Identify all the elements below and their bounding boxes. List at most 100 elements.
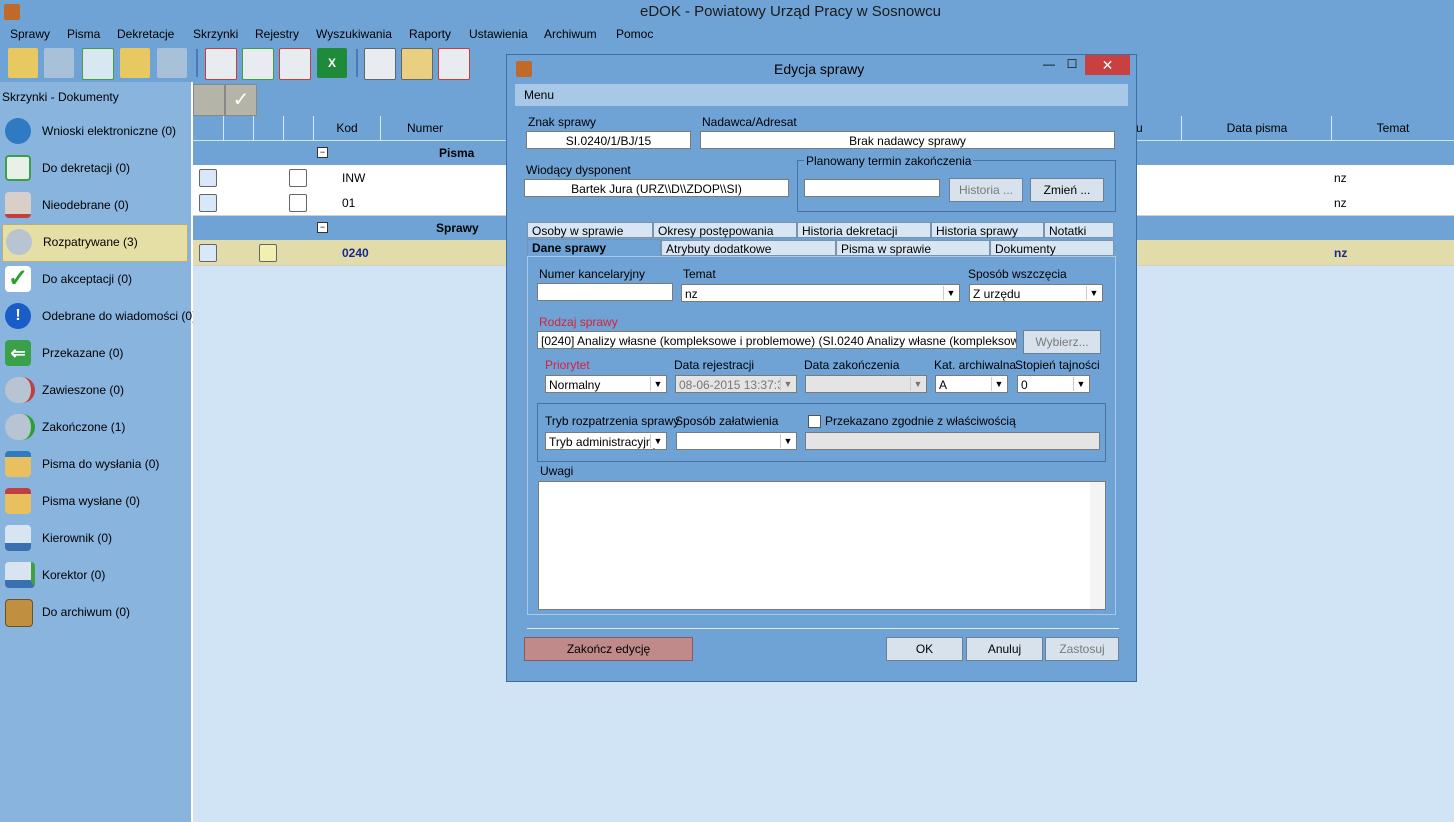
collapse-icon[interactable]: −: [317, 222, 328, 233]
menu-dekretacje[interactable]: Dekretacje: [117, 27, 174, 41]
print-stamp-icon[interactable]: [438, 48, 470, 80]
dysponent-field[interactable]: Bartek Jura (URZ\\D\\ZDOP\\SI): [524, 179, 789, 197]
uwagi-textarea[interactable]: [538, 481, 1106, 610]
column-header-data-pisma[interactable]: Data pisma: [1183, 116, 1332, 140]
column-header-numer[interactable]: Numer kancelaryjny: [381, 116, 511, 159]
zmien-button[interactable]: Zmień ...: [1030, 178, 1104, 202]
refresh-list-icon[interactable]: [205, 48, 237, 80]
maximize-icon[interactable]: ☐: [1064, 57, 1080, 71]
user-pen-icon: [5, 562, 35, 588]
column-header[interactable]: [254, 116, 284, 140]
sidebar-item-do-akceptacji[interactable]: ✓ Do akceptacji (0): [0, 261, 188, 297]
znak-field[interactable]: SI.0240/1/BJ/15: [526, 131, 691, 149]
column-header-partial[interactable]: u: [1136, 116, 1182, 140]
przekazano-checkbox[interactable]: [808, 415, 821, 428]
tab-osoby[interactable]: Osoby w sprawie: [527, 222, 653, 238]
sidebar-item-korektor[interactable]: Korektor (0): [0, 557, 188, 593]
temat-select[interactable]: nz ▼: [681, 284, 960, 302]
sidebar-item-przekazane[interactable]: ⇐ Przekazane (0): [0, 335, 188, 371]
sidebar-item-do-archiwum[interactable]: Do archiwum (0): [0, 594, 188, 630]
sidebar-item-rozpatrywane[interactable]: Rozpatrywane (3): [2, 224, 188, 262]
priorytet-select[interactable]: Normalny ▼: [545, 375, 667, 393]
print-envelope-icon[interactable]: [401, 48, 433, 80]
tab-historia-sprawy[interactable]: Historia sprawy: [931, 222, 1044, 238]
zakoncz-edycje-button[interactable]: Zakończ edycję: [524, 637, 693, 661]
ok-button[interactable]: OK: [886, 637, 963, 661]
menu-pomoc[interactable]: Pomoc: [616, 27, 653, 41]
tab-historia-dekretacji[interactable]: Historia dekretacji: [797, 222, 931, 238]
tab-notatki[interactable]: Notatki: [1044, 222, 1114, 238]
menu-sprawy[interactable]: Sprawy: [10, 27, 50, 41]
tryb-label: Tryb rozpatrzenia sprawy: [545, 414, 680, 428]
stopien-select[interactable]: 0 ▼: [1017, 375, 1090, 393]
dropdown-arrow-icon[interactable]: ▼: [780, 434, 795, 448]
open-folder-icon[interactable]: [120, 48, 150, 78]
sidebar-item-label: Kierownik (0): [42, 531, 113, 545]
kat-select[interactable]: A ▼: [935, 375, 1008, 393]
sidebar-item-zakonczone[interactable]: Zakończone (1): [0, 409, 188, 445]
numer-field[interactable]: [537, 283, 673, 301]
menu-archiwum[interactable]: Archiwum: [544, 27, 597, 41]
menu-raporty[interactable]: Raporty: [409, 27, 451, 41]
refresh-red-icon[interactable]: [279, 48, 311, 80]
tab-dane-sprawy[interactable]: Dane sprawy: [527, 239, 661, 257]
add-doc-icon[interactable]: [82, 48, 114, 80]
wybierz-button[interactable]: Wybierz...: [1023, 330, 1101, 354]
dropdown-arrow-icon[interactable]: ▼: [943, 286, 958, 300]
column-header-temat[interactable]: Temat: [1332, 116, 1454, 140]
column-header[interactable]: [193, 116, 224, 140]
zastosuj-button[interactable]: Zastosuj: [1045, 637, 1119, 661]
tab-pisma-w-sprawie[interactable]: Pisma w sprawie: [836, 240, 990, 256]
menu-wyszukiwania[interactable]: Wyszukiwania: [316, 27, 392, 41]
dropdown-arrow-icon[interactable]: ▼: [650, 377, 665, 391]
menu-rejestry[interactable]: Rejestry: [255, 27, 299, 41]
termin-field[interactable]: [804, 179, 940, 197]
scrollbar[interactable]: [1090, 482, 1105, 609]
sidebar-item-zawieszone[interactable]: Zawieszone (0): [0, 372, 188, 408]
menu-pisma[interactable]: Pisma: [67, 27, 100, 41]
app-icon: [4, 4, 20, 20]
tab-okresy[interactable]: Okresy postępowania: [653, 222, 797, 238]
sidebar-item-label: Wnioski elektroniczne (0): [42, 124, 177, 138]
excel-export-icon[interactable]: X: [317, 48, 347, 78]
menu-ustawienia[interactable]: Ustawienia: [469, 27, 528, 41]
collapse-icon[interactable]: −: [317, 147, 328, 158]
menu-skrzynki[interactable]: Skrzynki: [193, 27, 238, 41]
termin-label: Planowany termin zakończenia: [804, 154, 974, 168]
dropdown-arrow-icon[interactable]: ▼: [1086, 286, 1101, 300]
data-rej-value: 08-06-2015 13:37:35: [679, 378, 791, 392]
sidebar-item-pisma-wyslane[interactable]: Pisma wysłane (0): [0, 483, 188, 519]
column-header-kod[interactable]: Kod: [314, 116, 381, 140]
tab-atrybuty[interactable]: Atrybuty dodatkowe: [661, 240, 836, 256]
sidebar-item-kierownik[interactable]: Kierownik (0): [0, 520, 188, 556]
dropdown-arrow-icon[interactable]: ▼: [650, 434, 665, 448]
filter-icon[interactable]: [193, 84, 225, 116]
minimize-icon[interactable]: —: [1041, 57, 1057, 71]
sidebar-item-nieodebrane[interactable]: Nieodebrane (0): [0, 187, 188, 223]
new-doc-disabled-icon: [44, 48, 74, 78]
close-icon[interactable]: ✕: [1085, 55, 1130, 75]
refresh-green-icon[interactable]: [242, 48, 274, 80]
column-header[interactable]: [284, 116, 314, 140]
new-case-icon[interactable]: [8, 48, 38, 78]
print-icon[interactable]: [364, 48, 396, 80]
sidebar-item-pisma-do-wyslania[interactable]: Pisma do wysłania (0): [0, 446, 188, 482]
historia-button[interactable]: Historia ...: [949, 178, 1023, 202]
dropdown-arrow-icon[interactable]: ▼: [991, 377, 1006, 391]
sidebar-item-do-dekretacji[interactable]: Do dekretacji (0): [0, 150, 188, 186]
tryb-select[interactable]: Tryb administracyjny ▼: [545, 432, 667, 450]
nadawca-field[interactable]: Brak nadawcy sprawy: [700, 131, 1115, 149]
sposob-select[interactable]: Z urzędu ▼: [969, 284, 1103, 302]
tree-icon: [5, 155, 31, 181]
sidebar-item-wnioski[interactable]: Wnioski elektroniczne (0): [0, 113, 188, 149]
anuluj-button[interactable]: Anuluj: [966, 637, 1043, 661]
zalatwienie-select[interactable]: ▼: [676, 432, 797, 450]
dialog-menu[interactable]: Menu: [524, 88, 554, 102]
column-header[interactable]: [224, 116, 254, 140]
sidebar-item-odebrane[interactable]: ! Odebrane do wiadomości (0): [0, 298, 196, 334]
dropdown-arrow-icon[interactable]: ▼: [1073, 377, 1088, 391]
tab-dokumenty[interactable]: Dokumenty: [990, 240, 1114, 256]
sidebar-item-label: Rozpatrywane (3): [43, 235, 138, 249]
accept-filter-icon[interactable]: ✓: [225, 84, 257, 116]
rodzaj-field[interactable]: [0240] Analizy własne (kompleksowe i pro…: [537, 331, 1017, 349]
